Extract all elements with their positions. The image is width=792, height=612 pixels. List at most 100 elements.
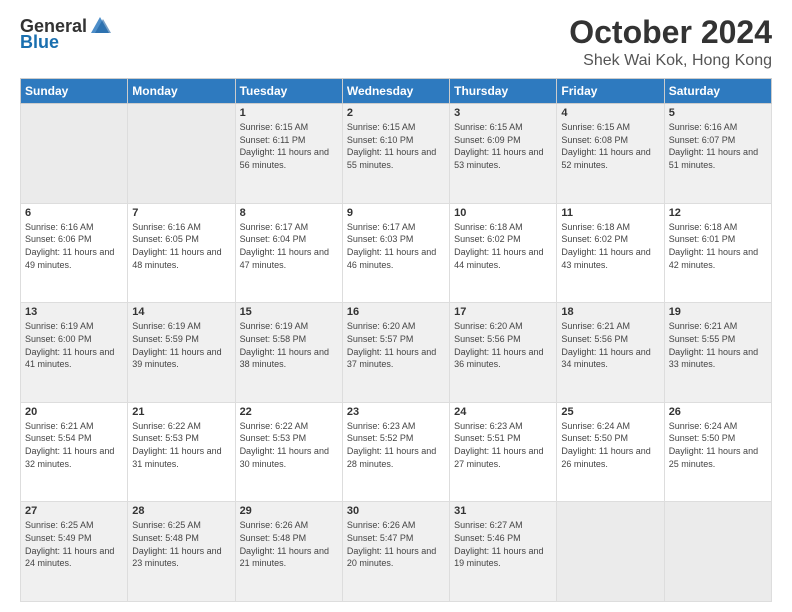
calendar-cell: 15Sunrise: 6:19 AMSunset: 5:58 PMDayligh… [235, 303, 342, 403]
day-number: 13 [25, 306, 123, 318]
calendar-table: SundayMondayTuesdayWednesdayThursdayFrid… [20, 78, 772, 602]
calendar-cell: 31 Sunrise: 6:27 AMSunset: 5:46 PMDayligh… [450, 502, 557, 602]
cell-info: Sunrise: 6:16 AMSunset: 6:07 PMDaylight:… [669, 121, 767, 171]
calendar-cell: 30 Sunrise: 6:26 AMSunset: 5:47 PMDayligh… [342, 502, 449, 602]
calendar-cell: 6 Sunrise: 6:16 AMSunset: 6:06 PMDaylight… [21, 203, 128, 303]
weekday-header-friday: Friday [557, 79, 664, 104]
day-number: 27 [25, 505, 123, 517]
cell-info: Sunrise: 6:24 AMSunset: 5:50 PMDaylight:… [561, 420, 659, 470]
cell-info: Sunrise: 6:16 AMSunset: 6:05 PMDaylight:… [132, 221, 230, 271]
day-number: 17 [454, 306, 552, 318]
logo: General Blue [20, 15, 111, 51]
day-number: 25 [561, 406, 659, 418]
cell-info: Sunrise: 6:18 AMSunset: 6:02 PMDaylight:… [454, 221, 552, 271]
cell-info: Sunrise: 6:17 AMSunset: 6:04 PMDaylight:… [240, 221, 338, 271]
calendar-cell: 16 Sunrise: 6:20 AMSunset: 5:57 PMDayligh… [342, 303, 449, 403]
cell-info: Sunrise: 6:19 AMSunset: 6:00 PMDaylight:… [25, 320, 123, 370]
day-number: 18 [561, 306, 659, 318]
calendar-cell: 13 Sunrise: 6:19 AMSunset: 6:00 PMDayligh… [21, 303, 128, 403]
calendar-cell: 26 Sunrise: 6:24 AMSunset: 5:50 PMDayligh… [664, 402, 771, 502]
calendar-cell: 4Sunrise: 6:15 AMSunset: 6:08 PMDaylight… [557, 104, 664, 204]
day-number: 5 [669, 107, 767, 119]
day-number: 30 [347, 505, 445, 517]
weekday-header-wednesday: Wednesday [342, 79, 449, 104]
calendar-cell: 24 Sunrise: 6:23 AMSunset: 5:51 PMDayligh… [450, 402, 557, 502]
day-number: 23 [347, 406, 445, 418]
cell-info: Sunrise: 6:25 AMSunset: 5:48 PMDaylight:… [132, 519, 230, 569]
cell-info: Sunrise: 6:15 AMSunset: 6:08 PMDaylight:… [561, 121, 659, 171]
calendar-cell: 8 Sunrise: 6:17 AMSunset: 6:04 PMDaylight… [235, 203, 342, 303]
cell-info: Sunrise: 6:24 AMSunset: 5:50 PMDaylight:… [669, 420, 767, 470]
weekday-header-tuesday: Tuesday [235, 79, 342, 104]
day-number: 6 [25, 207, 123, 219]
cell-info: Sunrise: 6:21 AMSunset: 5:55 PMDaylight:… [669, 320, 767, 370]
day-number: 11 [561, 207, 659, 219]
calendar-cell: 25 Sunrise: 6:24 AMSunset: 5:50 PMDayligh… [557, 402, 664, 502]
day-number: 19 [669, 306, 767, 318]
day-number: 14 [132, 306, 230, 318]
calendar-cell [664, 502, 771, 602]
calendar-cell: 20 Sunrise: 6:21 AMSunset: 5:54 PMDayligh… [21, 402, 128, 502]
cell-info: Sunrise: 6:17 AMSunset: 6:03 PMDaylight:… [347, 221, 445, 271]
cell-info: Sunrise: 6:20 AMSunset: 5:57 PMDaylight:… [347, 320, 445, 370]
cell-info: Sunrise: 6:27 AMSunset: 5:46 PMDaylight:… [454, 519, 552, 569]
cell-info: Sunrise: 6:25 AMSunset: 5:49 PMDaylight:… [25, 519, 123, 569]
day-number: 31 [454, 505, 552, 517]
day-number: 3 [454, 107, 552, 119]
calendar-cell: 21Sunrise: 6:22 AMSunset: 5:53 PMDayligh… [128, 402, 235, 502]
day-number: 16 [347, 306, 445, 318]
calendar-cell: 29Sunrise: 6:26 AMSunset: 5:48 PMDayligh… [235, 502, 342, 602]
calendar-week-row: 1Sunrise: 6:15 AMSunset: 6:11 PMDaylight… [21, 104, 772, 204]
day-number: 22 [240, 406, 338, 418]
cell-info: Sunrise: 6:21 AMSunset: 5:54 PMDaylight:… [25, 420, 123, 470]
calendar-cell: 1Sunrise: 6:15 AMSunset: 6:11 PMDaylight… [235, 104, 342, 204]
calendar-cell: 3 Sunrise: 6:15 AMSunset: 6:09 PMDaylight… [450, 104, 557, 204]
calendar-cell: 11 Sunrise: 6:18 AMSunset: 6:02 PMDayligh… [557, 203, 664, 303]
day-number: 28 [132, 505, 230, 517]
calendar-cell: 7 Sunrise: 6:16 AMSunset: 6:05 PMDaylight… [128, 203, 235, 303]
day-number: 9 [347, 207, 445, 219]
calendar-cell: 17 Sunrise: 6:20 AMSunset: 5:56 PMDayligh… [450, 303, 557, 403]
day-number: 12 [669, 207, 767, 219]
day-number: 26 [669, 406, 767, 418]
day-number: 2 [347, 107, 445, 119]
cell-info: Sunrise: 6:22 AMSunset: 5:53 PMDaylight:… [240, 420, 338, 470]
title-block: October 2024 Shek Wai Kok, Hong Kong [569, 15, 772, 70]
location-title: Shek Wai Kok, Hong Kong [569, 52, 772, 70]
cell-info: Sunrise: 6:26 AMSunset: 5:47 PMDaylight:… [347, 519, 445, 569]
calendar-cell: 5 Sunrise: 6:16 AMSunset: 6:07 PMDaylight… [664, 104, 771, 204]
cell-info: Sunrise: 6:16 AMSunset: 6:06 PMDaylight:… [25, 221, 123, 271]
calendar-cell [128, 104, 235, 204]
cell-info: Sunrise: 6:20 AMSunset: 5:56 PMDaylight:… [454, 320, 552, 370]
calendar-cell: 12 Sunrise: 6:18 AMSunset: 6:01 PMDayligh… [664, 203, 771, 303]
logo-icon [89, 15, 111, 37]
day-number: 7 [132, 207, 230, 219]
day-number: 8 [240, 207, 338, 219]
cell-info: Sunrise: 6:15 AMSunset: 6:10 PMDaylight:… [347, 121, 445, 171]
day-number: 21 [132, 406, 230, 418]
day-number: 20 [25, 406, 123, 418]
calendar-cell: 18 Sunrise: 6:21 AMSunset: 5:56 PMDayligh… [557, 303, 664, 403]
cell-info: Sunrise: 6:21 AMSunset: 5:56 PMDaylight:… [561, 320, 659, 370]
logo-blue: Blue [20, 33, 59, 51]
calendar-cell: 23 Sunrise: 6:23 AMSunset: 5:52 PMDayligh… [342, 402, 449, 502]
calendar-week-row: 6 Sunrise: 6:16 AMSunset: 6:06 PMDaylight… [21, 203, 772, 303]
header: General Blue October 2024 Shek Wai Kok, … [20, 15, 772, 70]
calendar-cell: 10Sunrise: 6:18 AMSunset: 6:02 PMDayligh… [450, 203, 557, 303]
day-number: 24 [454, 406, 552, 418]
weekday-header-row: SundayMondayTuesdayWednesdayThursdayFrid… [21, 79, 772, 104]
cell-info: Sunrise: 6:18 AMSunset: 6:01 PMDaylight:… [669, 221, 767, 271]
cell-info: Sunrise: 6:23 AMSunset: 5:51 PMDaylight:… [454, 420, 552, 470]
weekday-header-monday: Monday [128, 79, 235, 104]
cell-info: Sunrise: 6:19 AMSunset: 5:58 PMDaylight:… [240, 320, 338, 370]
day-number: 29 [240, 505, 338, 517]
calendar-week-row: 13 Sunrise: 6:19 AMSunset: 6:00 PMDayligh… [21, 303, 772, 403]
cell-info: Sunrise: 6:18 AMSunset: 6:02 PMDaylight:… [561, 221, 659, 271]
calendar-cell [21, 104, 128, 204]
calendar-cell: 19 Sunrise: 6:21 AMSunset: 5:55 PMDayligh… [664, 303, 771, 403]
day-number: 1 [240, 107, 338, 119]
page: General Blue October 2024 Shek Wai Kok, … [0, 0, 792, 612]
cell-info: Sunrise: 6:15 AMSunset: 6:09 PMDaylight:… [454, 121, 552, 171]
cell-info: Sunrise: 6:23 AMSunset: 5:52 PMDaylight:… [347, 420, 445, 470]
weekday-header-sunday: Sunday [21, 79, 128, 104]
